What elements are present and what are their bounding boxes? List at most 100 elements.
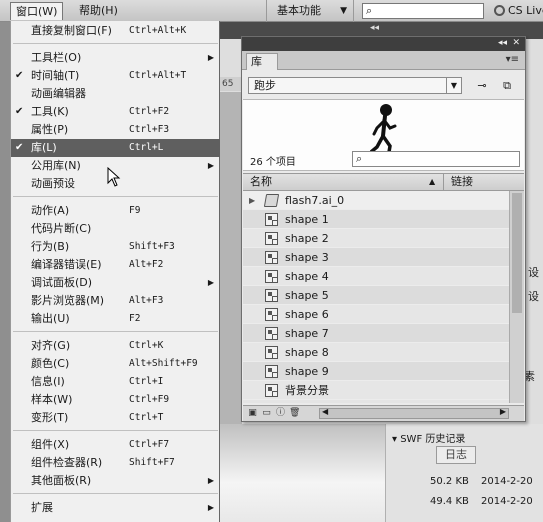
check-icon: ✔	[15, 106, 24, 117]
log-button[interactable]: 日志	[436, 446, 476, 464]
menu-help[interactable]: 帮助(H)	[74, 2, 123, 20]
close-icon[interactable]: ✕	[512, 38, 520, 48]
delete-icon[interactable]: 🗑	[289, 408, 300, 419]
history-date: 2014-2-20	[481, 496, 533, 507]
library-items-list: ▶ flash7.ai_0 shape 1 shape 2 shape 3 sh…	[243, 191, 509, 403]
side-label: 设	[528, 266, 539, 279]
menu-item-color[interactable]: 颜色(C) Alt+Shift+F9	[11, 355, 220, 373]
menu-item-align[interactable]: 对齐(G) Ctrl+K	[11, 337, 220, 355]
column-name[interactable]: 名称	[250, 174, 272, 190]
list-item[interactable]: shape 1	[243, 210, 509, 229]
list-item[interactable]: shape 4	[243, 267, 509, 286]
search-icon: ⌕	[356, 152, 363, 165]
menu-item-timeline[interactable]: ✔ 时间轴(T) Ctrl+Alt+T	[11, 67, 220, 85]
menu-item-motion-editor[interactable]: 动画编辑器	[11, 85, 220, 103]
new-symbol-icon[interactable]: ▣	[247, 408, 258, 419]
list-item[interactable]: 背景分景	[243, 381, 509, 400]
properties-icon[interactable]: ⓘ	[275, 408, 286, 419]
graphic-symbol-icon	[265, 308, 278, 321]
graphic-symbol-icon	[265, 384, 278, 397]
document-select[interactable]: 跑步 ▼	[248, 77, 462, 94]
menu-item-compiler-errors[interactable]: 编译器错误(E) Alt+F2	[11, 256, 220, 274]
list-item[interactable]: shape 7	[243, 324, 509, 343]
mouse-cursor-icon	[107, 167, 121, 187]
submenu-arrow-icon: ▶	[207, 53, 214, 62]
sort-arrow-icon[interactable]: ▲	[429, 174, 435, 190]
menu-item-component-inspector[interactable]: 组件检查器(R) Shift+F7	[11, 454, 220, 472]
list-item[interactable]: shape 6	[243, 305, 509, 324]
cs-live-label: CS Live	[508, 4, 543, 17]
check-icon: ✔	[15, 142, 24, 153]
cs-live-button[interactable]: CS Live	[494, 3, 543, 19]
pin-library-icon[interactable]: ⊸	[472, 77, 492, 94]
scrollbar-thumb[interactable]	[512, 193, 522, 313]
list-item[interactable]: ▶ flash7.ai_0	[243, 191, 509, 210]
history-size: 50.2 KB	[430, 476, 469, 487]
library-panel: ◂◂ ✕ 库 ▾≡ 跑步 ▼ ⊸ ⧉ 26 个项目 ⌕ 名称 ▲ 链接 ▶ fl…	[241, 36, 526, 422]
menu-item-tools[interactable]: ✔ 工具(K) Ctrl+F2	[11, 103, 220, 121]
list-item[interactable]: shape 9	[243, 362, 509, 381]
menu-item-behaviors[interactable]: 行为(B) Shift+F3	[11, 238, 220, 256]
expand-arrow-icon[interactable]: ▶	[249, 191, 255, 210]
menu-item-other-panels[interactable]: 其他面板(R) ▶	[11, 472, 220, 490]
history-row: 50.2 KB 2014-2-20	[430, 476, 533, 487]
panel-menu-icon[interactable]: ▾≡	[506, 54, 519, 65]
scroll-right-icon[interactable]: ▶	[500, 407, 506, 416]
library-panel-header[interactable]: ◂◂ ✕	[242, 37, 525, 51]
cs-live-icon	[494, 5, 505, 16]
application-menubar: 窗口(W) 帮助(H) 基本功能 ▼ ⌕ CS Live	[0, 0, 543, 22]
check-icon: ✔	[15, 70, 24, 81]
graphic-symbol-icon	[265, 232, 278, 245]
list-item[interactable]: shape 3	[243, 248, 509, 267]
library-search-input[interactable]: ⌕	[352, 151, 520, 167]
library-vertical-scrollbar[interactable]	[509, 191, 524, 403]
stage-area	[220, 424, 385, 522]
help-search-input[interactable]: ⌕	[362, 3, 484, 19]
menu-separator	[13, 493, 218, 494]
window-menu-dropdown: 直接复制窗口(F) Ctrl+Alt+K 工具栏(O) ▶ ✔ 时间轴(T) Ctrl+…	[10, 21, 220, 522]
history-size: 49.4 KB	[430, 496, 469, 507]
history-row: 49.4 KB 2014-2-20	[430, 496, 533, 507]
swf-history-title: ▾ SWF 历史记录	[392, 434, 466, 445]
menu-item-movie-explorer[interactable]: 影片浏览器(M) Alt+F3	[11, 292, 220, 310]
submenu-arrow-icon: ▶	[207, 278, 214, 287]
menu-item-library[interactable]: ✔ 库(L) Ctrl+L	[11, 139, 220, 157]
menu-item-transform[interactable]: 变形(T) Ctrl+T	[11, 409, 220, 427]
menu-item-extensions[interactable]: 扩展 ▶	[11, 499, 220, 517]
graphic-symbol-icon	[265, 346, 278, 359]
submenu-arrow-icon: ▶	[207, 503, 214, 512]
list-item[interactable]: shape 8	[243, 343, 509, 362]
menu-item-debug-panels[interactable]: 调试面板(D) ▶	[11, 274, 220, 292]
list-item[interactable]: shape 5	[243, 286, 509, 305]
menu-item-info[interactable]: 信息(I) Ctrl+I	[11, 373, 220, 391]
column-linkage[interactable]: 链接	[451, 174, 473, 190]
folder-icon	[263, 194, 280, 207]
menu-window[interactable]: 窗口(W)	[10, 2, 64, 20]
new-folder-icon[interactable]: ▭	[261, 408, 272, 419]
menu-item-actions[interactable]: 动作(A) F9	[11, 202, 220, 220]
new-library-panel-icon[interactable]: ⧉	[497, 77, 517, 94]
menu-item-swatches[interactable]: 样本(W) Ctrl+F9	[11, 391, 220, 409]
menu-item-toolbars[interactable]: 工具栏(O) ▶	[11, 49, 220, 67]
list-item[interactable]: shape 2	[243, 229, 509, 248]
submenu-arrow-icon: ▶	[207, 161, 214, 170]
menu-item-duplicate-window[interactable]: 直接复制窗口(F) Ctrl+Alt+K	[11, 22, 220, 40]
graphic-symbol-icon	[265, 213, 278, 226]
search-icon: ⌕	[366, 4, 373, 17]
side-label: 设	[528, 290, 539, 303]
collapse-panel-icon[interactable]: ◂◂	[498, 38, 507, 48]
item-count: 26 个项目	[250, 157, 296, 168]
scroll-left-icon[interactable]: ◀	[322, 407, 328, 416]
history-date: 2014-2-20	[481, 476, 533, 487]
workspace-label: 基本功能	[277, 4, 321, 17]
collapse-icon[interactable]: ◂◂	[370, 23, 379, 33]
tab-library[interactable]: 库	[246, 53, 278, 70]
menu-item-properties[interactable]: 属性(P) Ctrl+F3	[11, 121, 220, 139]
workspace-switcher[interactable]: 基本功能 ▼	[266, 0, 354, 22]
menu-item-code-snippets[interactable]: 代码片断(C)	[11, 220, 220, 238]
menu-item-components[interactable]: 组件(X) Ctrl+F7	[11, 436, 220, 454]
library-horizontal-scrollbar[interactable]: ◀ ▶	[319, 407, 509, 419]
chevron-down-icon: ▼	[340, 6, 347, 16]
column-divider	[443, 174, 444, 190]
menu-item-output[interactable]: 输出(U) F2	[11, 310, 220, 328]
